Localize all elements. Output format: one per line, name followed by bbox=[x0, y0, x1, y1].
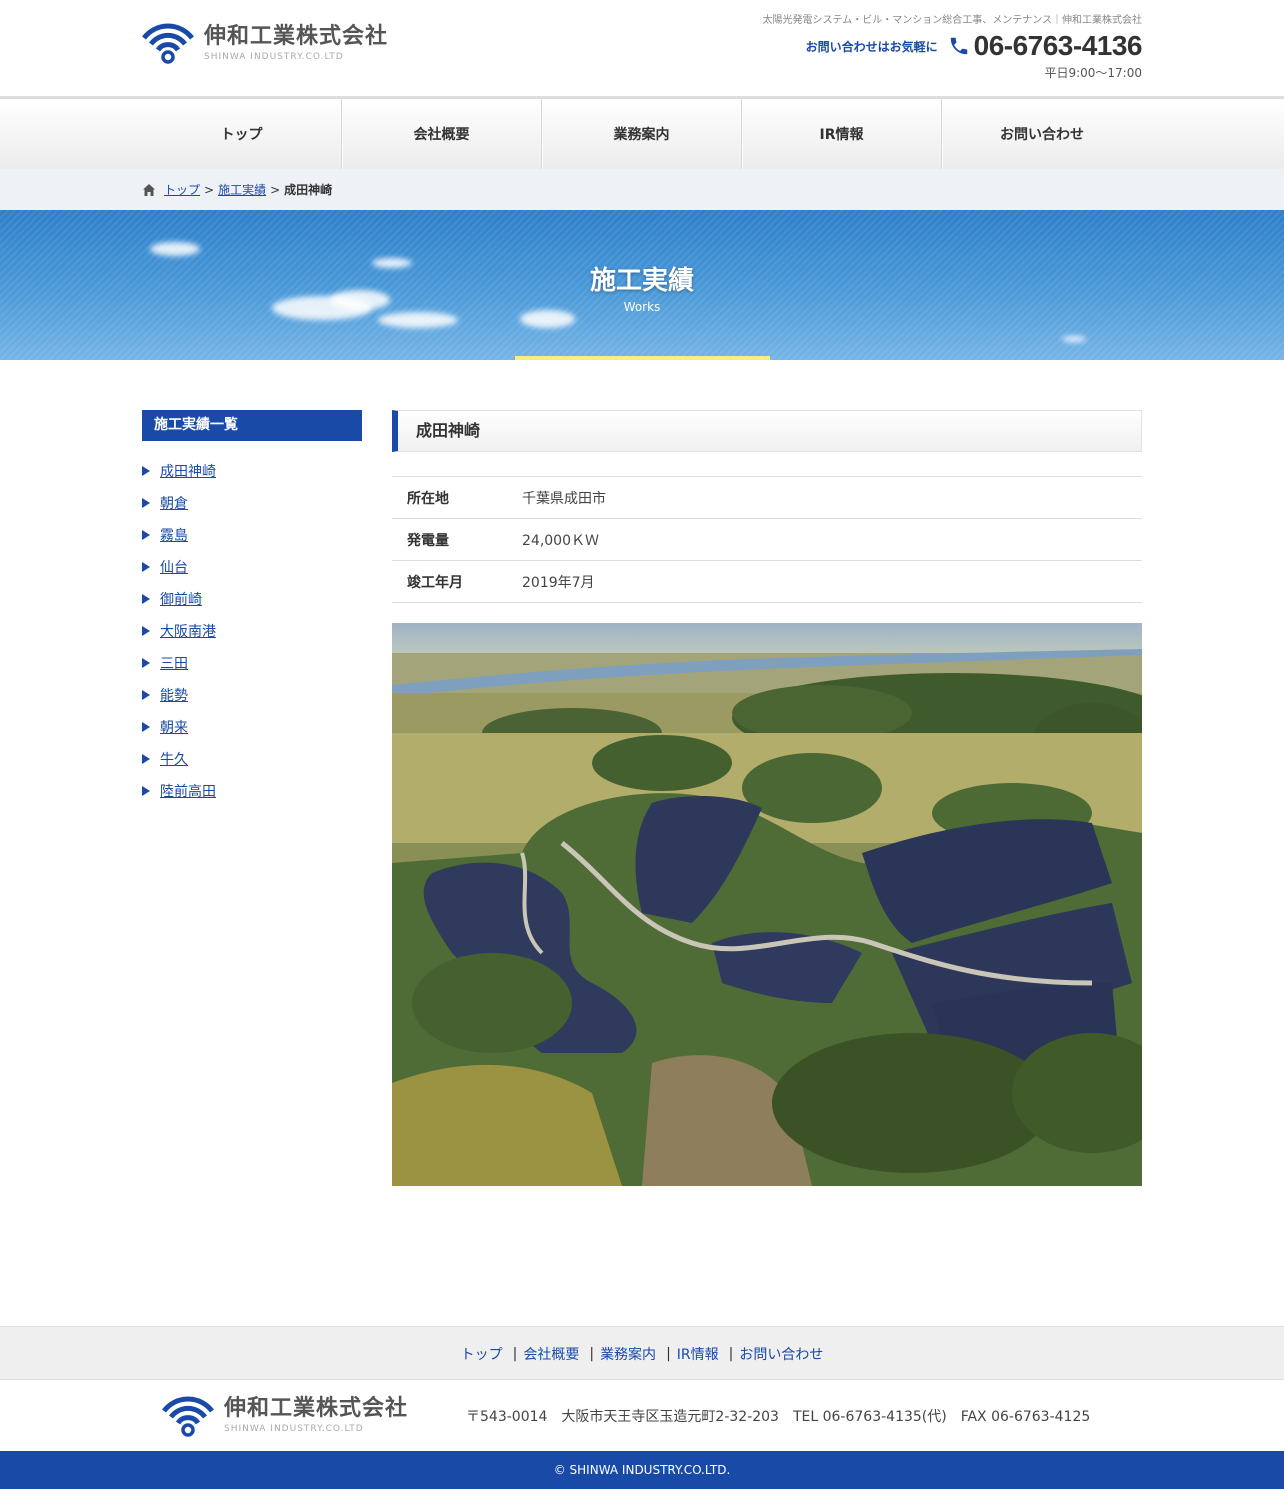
triangle-bullet-icon bbox=[142, 754, 150, 764]
page-title: 施工実績 bbox=[589, 266, 694, 296]
triangle-bullet-icon bbox=[142, 626, 150, 636]
works-list: 成田神崎 朝倉 霧島 仙台 御前崎 大阪南港 三田 能勢 朝来 牛久 陸前高田 bbox=[142, 455, 362, 807]
work-detail: 成田神崎 所在地 千葉県成田市 発電量 24,000ＫＷ 竣工年月 2019年7… bbox=[392, 410, 1142, 1326]
triangle-bullet-icon bbox=[142, 690, 150, 700]
contact-block: お問い合わせはお気軽に 06-6763-4136 bbox=[805, 30, 1143, 62]
triangle-bullet-icon bbox=[142, 658, 150, 668]
breadcrumb-section-link[interactable]: 施工実績 bbox=[218, 181, 266, 198]
list-item: 能勢 bbox=[142, 679, 362, 711]
footer-link-company[interactable]: 会社概要 bbox=[523, 1344, 579, 1364]
triangle-bullet-icon bbox=[142, 562, 150, 572]
list-item: 朝来 bbox=[142, 711, 362, 743]
list-item: 成田神崎 bbox=[142, 455, 362, 487]
hero-cloud bbox=[1062, 336, 1086, 342]
info-value: 千葉県成田市 bbox=[522, 476, 1142, 519]
nav-item-services[interactable]: 業務案内 bbox=[542, 99, 742, 169]
info-label: 所在地 bbox=[392, 476, 522, 519]
triangle-bullet-icon bbox=[142, 466, 150, 476]
breadcrumb: トップ > 施工実績 > 成田神崎 bbox=[142, 169, 1142, 210]
phone-number[interactable]: 06-6763-4136 bbox=[974, 30, 1143, 62]
footer-separator: | bbox=[728, 1345, 734, 1362]
work-info-table: 所在地 千葉県成田市 発電量 24,000ＫＷ 竣工年月 2019年7月 bbox=[392, 476, 1142, 603]
wifi-logo-icon bbox=[142, 23, 194, 64]
works-link[interactable]: 御前崎 bbox=[160, 589, 202, 609]
works-link[interactable]: 朝来 bbox=[160, 717, 188, 737]
page-subtitle: Works bbox=[623, 300, 661, 314]
breadcrumb-separator: > bbox=[204, 182, 215, 197]
works-link[interactable]: 能勢 bbox=[160, 685, 188, 705]
list-item: 陸前高田 bbox=[142, 775, 362, 807]
works-link[interactable]: 牛久 bbox=[160, 749, 188, 769]
copyright: © SHINWA INDUSTRY.CO.LTD. bbox=[0, 1451, 1284, 1489]
works-link[interactable]: 仙台 bbox=[160, 557, 188, 577]
works-link[interactable]: 朝倉 bbox=[160, 493, 188, 513]
site-header: 伸和工業株式会社 SHINWA INDUSTRY.CO.LTD 太陽光発電システ… bbox=[0, 0, 1284, 97]
list-item: 霧島 bbox=[142, 519, 362, 551]
aerial-photo-illustration bbox=[392, 623, 1142, 1186]
list-item: 朝倉 bbox=[142, 487, 362, 519]
footer-link-contact[interactable]: お問い合わせ bbox=[739, 1344, 823, 1364]
works-link[interactable]: 三田 bbox=[160, 653, 188, 673]
footer-link-top[interactable]: トップ bbox=[461, 1344, 503, 1364]
breadcrumb-separator: > bbox=[270, 182, 281, 197]
footer-separator: | bbox=[512, 1345, 518, 1362]
work-aerial-photo bbox=[392, 623, 1142, 1186]
list-item: 仙台 bbox=[142, 551, 362, 583]
table-row: 発電量 24,000ＫＷ bbox=[392, 518, 1142, 561]
triangle-bullet-icon bbox=[142, 722, 150, 732]
logo-english: SHINWA INDUSTRY.CO.LTD bbox=[204, 51, 344, 62]
info-value: 24,000ＫＷ bbox=[522, 518, 1142, 561]
list-item: 三田 bbox=[142, 647, 362, 679]
global-nav: トップ 会社概要 業務案内 IR情報 お問い合わせ bbox=[0, 97, 1284, 169]
logo-name: 伸和工業株式会社 bbox=[204, 23, 389, 49]
table-row: 所在地 千葉県成田市 bbox=[392, 476, 1142, 519]
business-hours: 平日9:00～17:00 bbox=[1044, 66, 1142, 80]
footer-info: 伸和工業株式会社 SHINWA INDUSTRY.CO.LTD 〒543-001… bbox=[142, 1380, 1142, 1451]
triangle-bullet-icon bbox=[142, 786, 150, 796]
hero-accent-bar bbox=[515, 356, 770, 360]
page-hero: 施工実績 Works bbox=[0, 210, 1284, 360]
site-logo[interactable]: 伸和工業株式会社 SHINWA INDUSTRY.CO.LTD bbox=[142, 22, 388, 64]
footer-separator: | bbox=[666, 1345, 671, 1362]
contact-lead: お問い合わせはお気軽に bbox=[805, 39, 938, 54]
table-row: 竣工年月 2019年7月 bbox=[392, 560, 1142, 603]
footer-nav: トップ | 会社概要 | 業務案内 | IR情報 | お問い合わせ bbox=[0, 1326, 1284, 1380]
hero-cloud bbox=[378, 312, 458, 328]
sidebar: 施工実績一覧 成田神崎 朝倉 霧島 仙台 御前崎 大阪南港 三田 能勢 朝来 牛… bbox=[142, 410, 362, 1326]
triangle-bullet-icon bbox=[142, 530, 150, 540]
list-item: 御前崎 bbox=[142, 583, 362, 615]
home-icon bbox=[143, 183, 155, 196]
works-link[interactable]: 陸前高田 bbox=[160, 781, 216, 801]
footer-separator: | bbox=[589, 1345, 595, 1362]
company-address: 〒543-0014 大阪市天王寺区玉造元町2-32-203 TEL 06-676… bbox=[466, 1408, 1091, 1425]
works-link[interactable]: 大阪南港 bbox=[160, 621, 216, 641]
info-value: 2019年7月 bbox=[522, 560, 1142, 603]
breadcrumb-bar: トップ > 施工実績 > 成田神崎 bbox=[0, 169, 1284, 210]
list-item: 牛久 bbox=[142, 743, 362, 775]
works-link[interactable]: 霧島 bbox=[160, 525, 188, 545]
footer-link-services[interactable]: 業務案内 bbox=[600, 1344, 656, 1364]
wifi-logo-icon bbox=[162, 1396, 214, 1437]
footer-logo-english: SHINWA INDUSTRY.CO.LTD bbox=[224, 1424, 364, 1434]
footer-logo-name: 伸和工業株式会社 bbox=[224, 1396, 409, 1421]
tagline: 太陽光発電システム・ビル・マンション総合工事、メンテナンス｜伸和工業株式会社 bbox=[762, 15, 1143, 26]
info-label: 発電量 bbox=[392, 518, 522, 561]
nav-item-ir[interactable]: IR情報 bbox=[742, 99, 942, 169]
breadcrumb-current: 成田神崎 bbox=[284, 183, 333, 197]
info-label: 竣工年月 bbox=[392, 560, 522, 603]
footer-logo[interactable]: 伸和工業株式会社 SHINWA INDUSTRY.CO.LTD bbox=[162, 1395, 408, 1437]
nav-item-contact[interactable]: お問い合わせ bbox=[942, 99, 1142, 169]
nav-item-top[interactable]: トップ bbox=[142, 99, 342, 169]
triangle-bullet-icon bbox=[142, 594, 150, 604]
hero-cloud bbox=[150, 242, 200, 256]
list-item: 大阪南港 bbox=[142, 615, 362, 647]
sidebar-heading: 施工実績一覧 bbox=[142, 410, 362, 441]
breadcrumb-home-link[interactable]: トップ bbox=[164, 181, 200, 198]
phone-icon bbox=[950, 37, 967, 55]
nav-item-company[interactable]: 会社概要 bbox=[342, 99, 542, 169]
works-link[interactable]: 成田神崎 bbox=[160, 461, 216, 481]
footer-link-ir[interactable]: IR情報 bbox=[677, 1344, 719, 1364]
work-title: 成田神崎 bbox=[392, 410, 1142, 452]
triangle-bullet-icon bbox=[142, 498, 150, 508]
